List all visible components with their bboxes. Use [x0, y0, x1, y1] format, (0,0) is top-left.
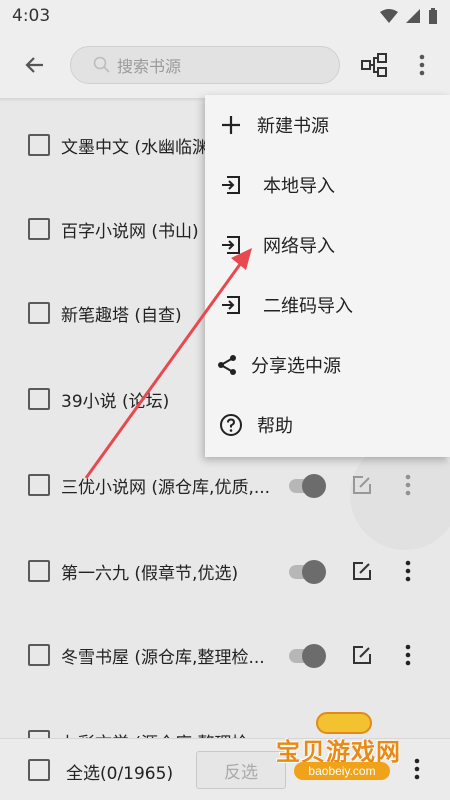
list-item[interactable]: 冬雪书屋 (源仓库,整理检...: [0, 612, 450, 698]
status-icons: [380, 8, 438, 24]
menu-item-label: 二维码导入: [263, 296, 353, 317]
import-icon: [222, 176, 240, 194]
menu-item-help[interactable]: 帮助: [205, 395, 450, 455]
row-checkbox[interactable]: [28, 218, 50, 240]
edit-icon[interactable]: [350, 643, 374, 667]
signal-icon: [406, 9, 420, 23]
source-name: 三优小说网 (源仓库,优质,...: [61, 477, 271, 498]
source-name: 七彩文学 (源仓库,整理检: [61, 729, 248, 739]
more-vertical-icon[interactable]: [396, 559, 420, 583]
group-button[interactable]: [348, 32, 400, 98]
menu-item-label: 分享选中源: [251, 356, 341, 377]
more-vertical-icon[interactable]: [396, 643, 420, 667]
row-checkbox[interactable]: [28, 388, 50, 410]
plus-icon: [222, 116, 240, 134]
menu-item-label: 新建书源: [257, 116, 329, 137]
source-name: 新笔趣塔 (自查): [61, 305, 182, 326]
row-checkbox[interactable]: [28, 644, 50, 666]
toggle-thumb: [302, 560, 326, 584]
app-bar: 搜索书源: [0, 32, 450, 98]
help-icon: [220, 414, 242, 436]
search-icon: [93, 56, 110, 73]
source-name: 百字小说网 (书山): [61, 221, 199, 242]
select-all-label[interactable]: 全选(0/1965): [66, 759, 173, 784]
share-icon: [218, 355, 236, 375]
select-all-checkbox[interactable]: [28, 759, 50, 781]
tree-icon: [361, 53, 387, 77]
row-checkbox[interactable]: [28, 134, 50, 156]
menu-item-label: 本地导入: [263, 176, 335, 197]
watermark-logo: 宝贝游戏网 baobeiy.com: [276, 712, 416, 782]
row-checkbox[interactable]: [28, 474, 50, 496]
overflow-popup-menu: 新建书源 本地导入 网络导入 二维码导入 分享选中源 帮助: [205, 95, 450, 457]
wifi-icon: [380, 9, 398, 23]
source-name: 冬雪书屋 (源仓库,整理检...: [61, 647, 265, 668]
toggle-thumb: [302, 644, 326, 668]
search-placeholder: 搜索书源: [117, 57, 182, 76]
source-name: 39小说 (论坛): [61, 391, 170, 412]
enable-toggle[interactable]: [289, 644, 329, 668]
status-bar: 4:03: [0, 0, 450, 32]
row-checkbox[interactable]: [28, 560, 50, 582]
menu-item-new-source[interactable]: 新建书源: [205, 95, 450, 155]
enable-toggle[interactable]: [289, 474, 329, 498]
menu-item-network-import[interactable]: 网络导入: [205, 215, 450, 275]
source-name: 文墨中文 (水幽临渊: [61, 137, 210, 158]
menu-item-local-import[interactable]: 本地导入: [205, 155, 450, 215]
edit-icon[interactable]: [350, 559, 374, 583]
row-checkbox[interactable]: [28, 302, 50, 324]
invert-selection-button[interactable]: 反选: [196, 751, 286, 789]
enable-toggle[interactable]: [289, 560, 329, 584]
overflow-menu-button[interactable]: [400, 32, 444, 98]
menu-item-qrcode-import[interactable]: 二维码导入: [205, 275, 450, 335]
row-checkbox[interactable]: [28, 730, 50, 738]
menu-item-label: 帮助: [257, 416, 293, 437]
search-input[interactable]: 搜索书源: [70, 46, 340, 84]
watermark-url: baobeiy.com: [294, 762, 390, 780]
arrow-left-icon: [25, 57, 43, 73]
back-button[interactable]: [0, 32, 70, 98]
menu-item-label: 网络导入: [263, 236, 335, 257]
import-icon: [222, 296, 240, 314]
import-icon: [222, 236, 240, 254]
menu-item-share-selected[interactable]: 分享选中源: [205, 335, 450, 395]
status-time: 4:03: [12, 6, 51, 26]
more-vertical-icon: [419, 54, 425, 76]
battery-icon: [429, 8, 437, 24]
gamepad-icon: [316, 712, 372, 734]
source-name: 第一六九 (假章节,优选): [61, 563, 239, 584]
toggle-thumb: [302, 474, 326, 498]
